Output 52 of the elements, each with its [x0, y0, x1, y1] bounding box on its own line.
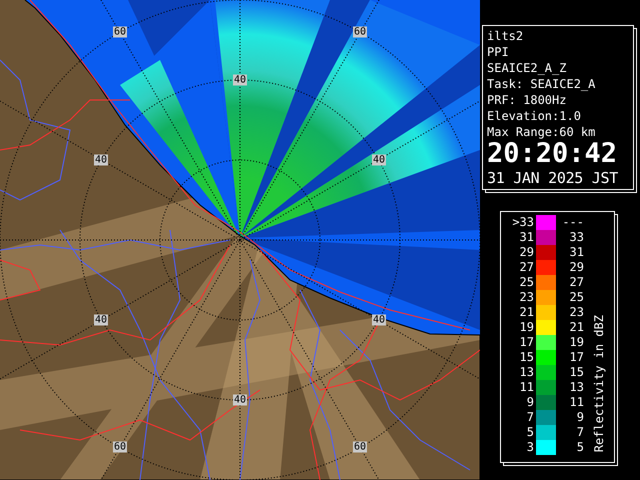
legend-low-value: 27 [518, 260, 535, 275]
info-text: Max Range:60 km [487, 124, 596, 140]
legend-high-value: 23 [568, 305, 584, 320]
legend-low-value: 11 [518, 380, 535, 395]
info-text: SEAICE2_A_Z [487, 60, 568, 76]
legend-low-value: 15 [518, 350, 535, 365]
info-text: Elevation:1.0 [487, 108, 582, 124]
legend-high-value: 29 [568, 260, 584, 275]
range-label: 40 [372, 154, 386, 166]
legend-high-value: 25 [568, 290, 584, 305]
legend-low-value: 25 [518, 275, 535, 290]
legend-high-value: 31 [568, 245, 584, 260]
legend-title: Reflectivity in dBZ [592, 314, 606, 452]
range-label: 40 [94, 314, 108, 326]
legend-low-value: 29 [518, 245, 535, 260]
legend-low-value: 13 [518, 365, 535, 380]
legend-low-value: 17 [518, 335, 535, 350]
range-label: 40 [232, 74, 248, 86]
legend-low-value: 31 [518, 230, 535, 245]
legend-low-value: 5 [526, 425, 535, 440]
time-text: 20:20:42 [487, 140, 618, 168]
info-text: PRF: 1800Hz [487, 92, 568, 108]
date-text: 31 JAN 2025 JST [487, 168, 619, 188]
legend-low-value: 23 [518, 290, 535, 305]
range-label: 40 [94, 154, 108, 166]
range-label: 60 [112, 26, 128, 38]
legend-low-value: 7 [526, 410, 535, 425]
legend-low-value: 9 [526, 395, 535, 410]
legend-high-value: 7 [576, 425, 584, 440]
legend-high-value: 21 [568, 320, 584, 335]
legend-high-value: 17 [568, 350, 584, 365]
range-label: 40 [372, 314, 386, 326]
legend-high-value: --- [561, 215, 584, 230]
info-text: PPI [487, 44, 510, 60]
range-label: 60 [352, 26, 368, 38]
info-text: ilts2 [487, 28, 524, 44]
legend-high-value: 33 [568, 230, 584, 245]
range-label: 60 [352, 442, 368, 452]
legend-low-value: 21 [518, 305, 535, 320]
legend-high-value: 15 [568, 365, 584, 380]
legend-high-value: 5 [576, 440, 584, 455]
info-text: Task: SEAICE2_A [487, 76, 596, 92]
legend-low-value: 19 [518, 320, 535, 335]
range-label: 40 [232, 394, 248, 406]
range-label: 60 [112, 442, 128, 452]
legend-high-value: 11 [568, 395, 584, 410]
legend-low-value: 3 [526, 440, 535, 455]
legend-high-value: 19 [568, 335, 584, 350]
legend-high-value: 27 [568, 275, 584, 290]
legend-high-value: 13 [568, 380, 584, 395]
legend-low-value: >33 [511, 215, 535, 230]
legend-high-value: 9 [576, 410, 584, 425]
